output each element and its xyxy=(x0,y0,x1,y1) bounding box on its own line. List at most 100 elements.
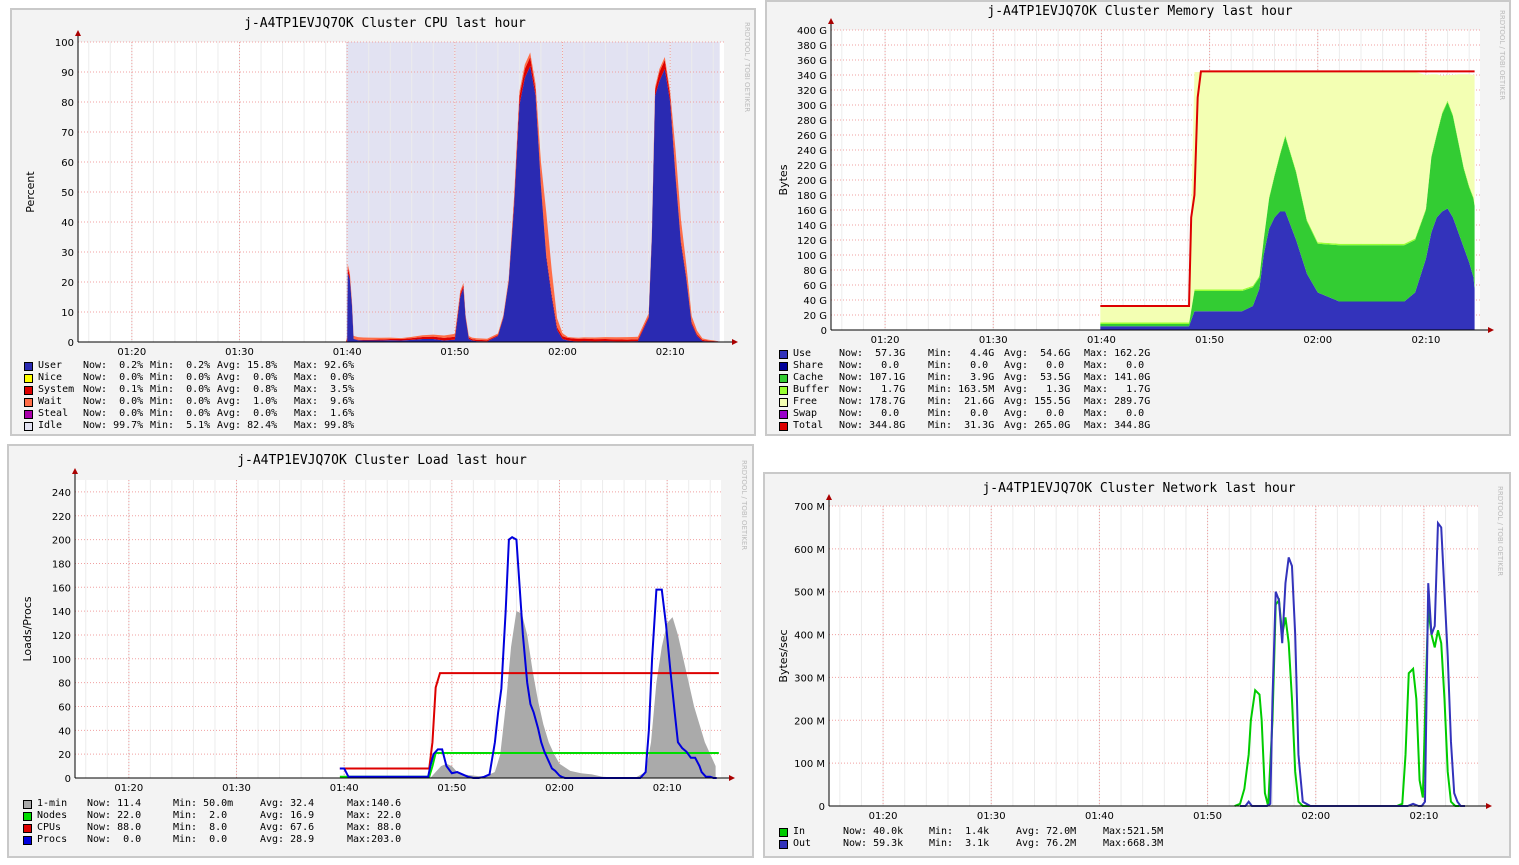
memory-y-tick-label: 240 G xyxy=(797,146,827,157)
memory-y-tick-label: 360 G xyxy=(797,56,827,67)
memory-x-tick-label: 01:20 xyxy=(871,335,900,346)
load-rrdtool-credit: RRDTOOL / TOBI OETIKER xyxy=(740,460,748,550)
memory-y-tick-label: 340 G xyxy=(797,71,827,82)
cpu-y-tick-label: 90 xyxy=(61,68,74,79)
memory-y-tick-label: 180 G xyxy=(797,191,827,202)
legend-now: Now: 11.4 xyxy=(87,798,142,809)
network-title: j-A4TP1EVJQ7OK Cluster Network last hour xyxy=(982,481,1295,496)
cpu-y-tick-label: 20 xyxy=(61,278,74,289)
legend-now: Now: 107.1G xyxy=(839,372,906,383)
legend-min: Min: 21.6G xyxy=(928,396,995,407)
legend-now: Now: 0.1% xyxy=(83,384,144,395)
legend-swatch xyxy=(24,362,33,371)
legend-max: Max: 9.6% xyxy=(294,396,355,407)
legend-label: In xyxy=(793,826,806,837)
cpu-title: j-A4TP1EVJQ7OK Cluster CPU last hour xyxy=(244,16,526,31)
legend-swatch xyxy=(23,824,32,833)
load-x-axis-arrow xyxy=(729,775,735,781)
memory-y-tick-label: 220 G xyxy=(797,161,827,172)
legend-max: Max: 141.0G xyxy=(1084,372,1151,383)
legend-min: Min: 5.1% xyxy=(150,420,211,431)
memory-y-tick-label: 120 G xyxy=(797,236,827,247)
legend-row-total: Total Now: 344.8G Min: 31.3G Avg: 265.0G Max… xyxy=(779,420,1199,432)
network-y-axis-label: Bytes/sec xyxy=(777,629,790,682)
legend-swatch xyxy=(23,836,32,845)
legend-min: Min: 0.0% xyxy=(150,384,211,395)
legend-label: Nice xyxy=(38,372,63,383)
cpu-x-tick-label: 01:40 xyxy=(333,347,362,358)
legend-max: Max: 22.0 xyxy=(347,810,402,821)
legend-swatch xyxy=(24,422,33,431)
legend-min: Min: 0.0 xyxy=(928,408,995,419)
legend-min: Min: 0.0% xyxy=(150,396,211,407)
memory-y-tick-label: 200 G xyxy=(797,176,827,187)
legend-row-system: System Now: 0.1% Min: 0.0% Avg: 0.8% Max: 3.… xyxy=(24,384,424,396)
memory-y-tick-label: 60 G xyxy=(803,281,827,292)
legend-avg: Avg: 53.5G xyxy=(1004,372,1071,383)
network-y-tick-label: 0 xyxy=(819,802,825,813)
memory-y-axis-arrow xyxy=(828,18,834,24)
legend-min: Min: 31.3G xyxy=(928,420,995,431)
legend-label: Nodes xyxy=(37,810,68,821)
legend-max: Max: 289.7G xyxy=(1084,396,1151,407)
memory-y-tick-label: 320 G xyxy=(797,86,827,97)
legend-swatch xyxy=(779,386,788,395)
memory-x-tick-label: 01:40 xyxy=(1087,335,1116,346)
network-y-tick-label: 200 M xyxy=(794,716,825,727)
legend-label: Buffer xyxy=(793,384,830,395)
cpu-x-axis-arrow xyxy=(732,339,738,345)
legend-label: System xyxy=(38,384,75,395)
legend-max: Max: 3.5% xyxy=(294,384,355,395)
memory-y-tick-label: 280 G xyxy=(797,116,827,127)
cpu-y-tick-label: 10 xyxy=(61,308,74,319)
legend-row-idle: Idle Now: 99.7% Min: 5.1% Avg: 82.4% Max: 99… xyxy=(24,420,424,432)
network-rrdtool-credit: RRDTOOL / TOBI OETIKER xyxy=(1496,486,1504,576)
memory-x-tick-label: 01:50 xyxy=(1195,335,1224,346)
legend-avg: Avg: 82.4% xyxy=(217,420,278,431)
legend-swatch xyxy=(24,410,33,419)
cpu-y-tick-label: 60 xyxy=(61,158,74,169)
load-y-tick-label: 240 xyxy=(52,488,71,499)
load-x-tick-label: 01:50 xyxy=(437,783,466,794)
load-y-tick-label: 60 xyxy=(58,702,71,713)
legend-min: Min: 0.2% xyxy=(150,360,211,371)
legend-max: Max: 0.0 xyxy=(1084,360,1145,371)
load-y-tick-label: 180 xyxy=(52,559,71,570)
load-legend: 1-min Now: 11.4 Min: 50.0m Avg: 32.4 Max:140… xyxy=(23,798,443,846)
legend-swatch xyxy=(779,362,788,371)
network-x-axis-arrow xyxy=(1486,803,1492,809)
network-y-tick-label: 100 M xyxy=(794,759,825,770)
legend-max: Max: 88.0 xyxy=(347,822,402,833)
legend-avg: Avg: 0.0% xyxy=(217,372,278,383)
load-y-axis-label: Loads/Procs xyxy=(21,596,34,661)
network-x-tick-label: 01:20 xyxy=(869,811,898,822)
load-y-tick-label: 200 xyxy=(52,536,71,547)
legend-avg: Avg: 72.0M xyxy=(1016,826,1077,837)
memory-panel: j-A4TP1EVJQ7OK Cluster Memory last hour B… xyxy=(765,0,1511,436)
legend-max: Max: 1.6% xyxy=(294,408,355,419)
legend-max: Max:140.6 xyxy=(347,798,402,809)
cpu-rrdtool-credit: RRDTOOL / TOBI OETIKER xyxy=(743,22,751,112)
legend-swatch xyxy=(779,840,788,849)
memory-y-axis-label: Bytes xyxy=(777,164,790,195)
network-x-tick-label: 02:10 xyxy=(1410,811,1439,822)
memory-y-tick-label: 160 G xyxy=(797,206,827,217)
legend-label: Use xyxy=(793,348,812,359)
legend-max: Max:203.0 xyxy=(347,834,402,845)
legend-now: Now: 99.7% xyxy=(83,420,144,431)
legend-row-cpus: CPUs Now: 88.0 Min: 8.0 Avg: 67.6 Max: 88.0 xyxy=(23,822,443,834)
network-y-tick-label: 500 M xyxy=(794,588,825,599)
network-y-tick-label: 600 M xyxy=(794,545,825,556)
legend-min: Min: 50.0m xyxy=(173,798,234,809)
legend-swatch xyxy=(23,800,32,809)
network-chart: j-A4TP1EVJQ7OK Cluster Network last hour… xyxy=(777,481,1504,822)
legend-now: Now: 40.0k xyxy=(843,826,904,837)
legend-label: Free xyxy=(793,396,818,407)
cpu-x-tick-label: 02:00 xyxy=(548,347,577,358)
load-y-tick-label: 100 xyxy=(52,655,71,666)
legend-label: Cache xyxy=(793,372,824,383)
network-y-tick-label: 300 M xyxy=(794,673,825,684)
cpu-legend: User Now: 0.2% Min: 0.2% Avg: 15.8% Max: 92.… xyxy=(24,360,424,432)
legend-min: Min: 3.9G xyxy=(928,372,995,383)
legend-min: Min: 1.4k xyxy=(929,826,990,837)
